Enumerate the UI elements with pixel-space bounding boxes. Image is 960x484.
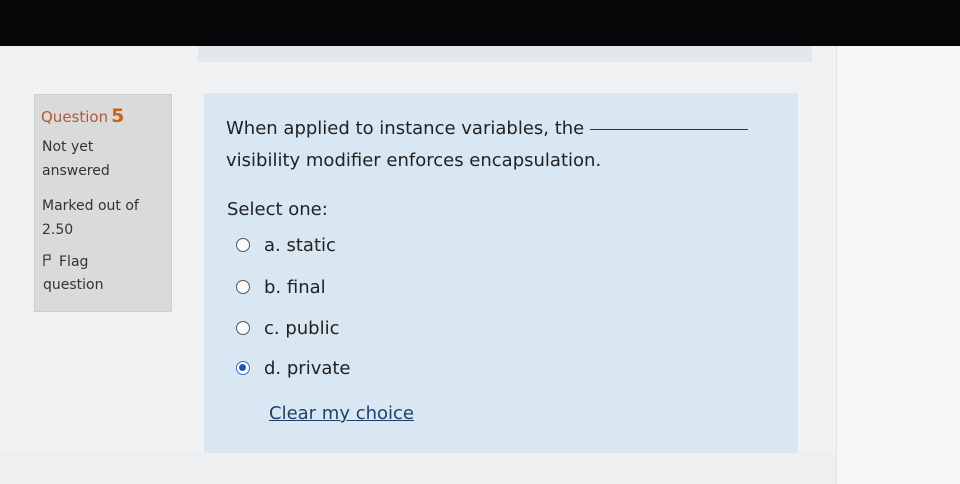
- radio-option-b[interactable]: [236, 280, 250, 294]
- answer-option-c[interactable]: c. public: [236, 315, 340, 341]
- flag-label-line-2: question: [43, 277, 104, 293]
- question-grade: Marked out of 2.50: [42, 194, 139, 242]
- right-pane: [836, 46, 960, 484]
- grade-line-1: Marked out of: [42, 198, 139, 214]
- answer-option-a[interactable]: a. static: [236, 232, 336, 258]
- answer-option-d[interactable]: d. private: [236, 355, 351, 381]
- flag-question-button[interactable]: Flag question: [43, 251, 103, 297]
- flag-icon: [43, 251, 51, 274]
- grade-line-2: 2.50: [42, 222, 74, 238]
- question-state: Not yet answered: [42, 135, 110, 183]
- bottom-edge: [0, 452, 836, 484]
- question-label: Question: [41, 108, 109, 126]
- answer-option-b[interactable]: b. final: [236, 274, 326, 300]
- question-text: When applied to instance variables, the …: [226, 113, 786, 177]
- question-text-part-1: When applied to instance variables, the: [226, 118, 585, 139]
- flag-label-line-1: Flag: [59, 254, 89, 270]
- top-bar: [0, 0, 960, 46]
- radio-option-a[interactable]: [236, 238, 250, 252]
- clear-my-choice-link[interactable]: Clear my choice: [269, 403, 414, 424]
- radio-option-c[interactable]: [236, 321, 250, 335]
- select-one-prompt: Select one:: [227, 199, 328, 220]
- radio-option-d[interactable]: [236, 361, 250, 375]
- screen: Question 5 Not yet answered Marked out of…: [0, 0, 960, 484]
- question-text-part-2: visibility modifier enforces encapsulati…: [226, 150, 602, 171]
- question-blank: [590, 129, 749, 130]
- answer-label-d: d. private: [264, 357, 351, 379]
- answer-label-c: c. public: [264, 317, 340, 339]
- question-number-heading: Question 5: [41, 105, 124, 127]
- top-strip: [198, 46, 812, 62]
- state-line-2: answered: [42, 163, 110, 179]
- question-info-panel: Question 5 Not yet answered Marked out of…: [34, 94, 172, 312]
- state-line-1: Not yet: [42, 139, 94, 155]
- question-number: 5: [111, 105, 125, 127]
- answer-label-b: b. final: [264, 276, 326, 298]
- answer-label-a: a. static: [264, 234, 336, 256]
- question-panel: When applied to instance variables, the …: [204, 93, 798, 453]
